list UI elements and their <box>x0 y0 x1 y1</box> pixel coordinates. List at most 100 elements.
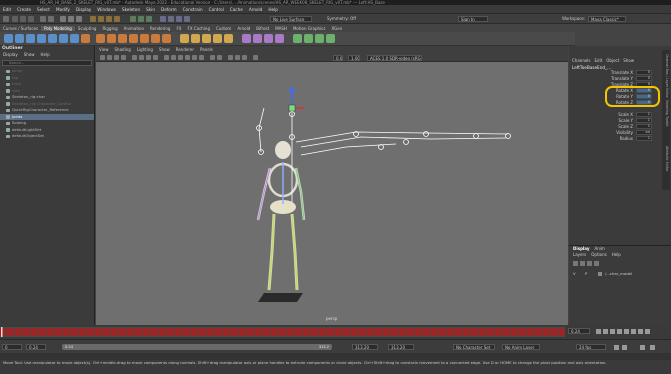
keyframe-tick[interactable] <box>136 328 137 336</box>
keyframe-tick[interactable] <box>272 328 273 336</box>
keyframe-tick[interactable] <box>160 328 161 336</box>
keyframe-tick[interactable] <box>513 328 515 336</box>
keyframe-tick[interactable] <box>14 328 16 336</box>
new-scene-icon[interactable] <box>12 16 18 22</box>
menu-item-control[interactable]: Control <box>206 7 227 12</box>
keyframe-tick[interactable] <box>78 328 80 336</box>
menu-item-skeleton[interactable]: Skeleton <box>119 7 143 12</box>
keyframe-tick[interactable] <box>524 328 526 336</box>
keyframe-tick[interactable] <box>563 328 565 336</box>
keyframe-tick[interactable] <box>502 328 504 336</box>
shelf-tab-fx-caching[interactable]: FX Caching <box>185 26 213 31</box>
keyframe-tick[interactable] <box>129 328 131 336</box>
disc-icon[interactable] <box>70 34 79 43</box>
keyframe-tick[interactable] <box>17 328 19 336</box>
keyframe-tick[interactable] <box>235 328 237 336</box>
keyframe-tick[interactable] <box>57 328 59 336</box>
quad-draw-icon[interactable] <box>275 34 284 43</box>
keyframe-tick[interactable] <box>32 328 33 336</box>
keyframe-tick[interactable] <box>89 328 91 336</box>
keyframe-tick[interactable] <box>158 328 160 336</box>
rig-joint[interactable] <box>505 133 511 139</box>
play-forward-icon[interactable] <box>624 329 629 334</box>
keyframe-tick[interactable] <box>201 328 203 336</box>
menu-item-deform[interactable]: Deform <box>158 7 180 12</box>
keyframe-tick[interactable] <box>121 328 123 336</box>
outliner-menu-display[interactable]: Display <box>3 52 18 58</box>
menu-item-skin[interactable]: Skin <box>143 7 158 12</box>
keyframe-tick[interactable] <box>320 328 321 336</box>
keyframe-tick[interactable] <box>188 328 190 336</box>
keyframe-tick[interactable] <box>382 328 384 336</box>
sound-icon[interactable] <box>622 345 627 350</box>
layer-color-swatch[interactable] <box>598 271 602 276</box>
keyframe-tick[interactable] <box>196 328 198 336</box>
xray-icon[interactable] <box>210 54 215 60</box>
keyframe-tick[interactable] <box>8 328 9 336</box>
keyframe-tick[interactable] <box>374 328 376 336</box>
shelf-tab-fx[interactable]: FX <box>173 26 184 31</box>
keyframe-tick[interactable] <box>344 328 345 336</box>
keyframe-tick[interactable] <box>371 328 373 336</box>
multi-cut-icon[interactable] <box>242 34 251 43</box>
keyframe-tick[interactable] <box>174 328 176 336</box>
keyframe-tick[interactable] <box>51 328 53 336</box>
keyframe-tick[interactable] <box>222 328 224 336</box>
keyframe-tick[interactable] <box>257 328 259 336</box>
keyframe-tick[interactable] <box>430 328 432 336</box>
rig-joint[interactable] <box>423 131 429 137</box>
keyframe-tick[interactable] <box>494 328 496 336</box>
keyframe-tick[interactable] <box>105 328 107 336</box>
keyframe-tick[interactable] <box>505 328 507 336</box>
keyframe-tick[interactable] <box>417 328 419 336</box>
keyframe-tick[interactable] <box>123 328 125 336</box>
keyframe-tick[interactable] <box>436 328 438 336</box>
keyframe-tick[interactable] <box>171 328 173 336</box>
keyframe-tick[interactable] <box>516 328 518 336</box>
keyframe-tick[interactable] <box>478 328 480 336</box>
shelf-tab-arnold[interactable]: Arnold <box>234 26 253 31</box>
menu-item-display[interactable]: Display <box>73 7 94 12</box>
keyframe-tick[interactable] <box>179 328 181 336</box>
keyframe-tick[interactable] <box>131 328 133 336</box>
keyframe-tick[interactable] <box>339 328 341 336</box>
menu-item-select[interactable]: Select <box>34 7 53 12</box>
select-hierarchy-icon[interactable] <box>60 16 66 22</box>
outliner-item[interactable]: defaultObjectSet <box>0 133 94 140</box>
keyframe-tick[interactable] <box>532 328 534 336</box>
keyframe-tick[interactable] <box>297 328 299 336</box>
keyframe-tick[interactable] <box>216 328 217 336</box>
time-slider[interactable]: 0.24 <box>0 325 671 339</box>
motion-blur-icon[interactable] <box>235 54 240 60</box>
auto-key-icon[interactable] <box>640 345 645 350</box>
keyframe-tick[interactable] <box>112 328 113 336</box>
keyframe-tick[interactable] <box>550 328 552 336</box>
keyframe-tick[interactable] <box>284 328 286 336</box>
select-camera-icon[interactable] <box>100 54 105 60</box>
keyframe-tick[interactable] <box>54 328 56 336</box>
keyframe-tick[interactable] <box>107 328 109 336</box>
keyframe-tick[interactable] <box>164 328 166 336</box>
keyframe-tick[interactable] <box>395 328 397 336</box>
keyframe-tick[interactable] <box>204 328 206 336</box>
keyframe-tick[interactable] <box>481 328 483 336</box>
keyframe-tick[interactable] <box>462 328 464 336</box>
keyframe-tick[interactable] <box>291 328 293 336</box>
keyframe-tick[interactable] <box>86 328 88 336</box>
shelf-tab-curves-surfaces[interactable]: Curves / Surfaces <box>0 26 41 31</box>
bookmark-icon[interactable] <box>114 54 119 60</box>
symmetry-field[interactable]: Symmetry: Off <box>325 16 357 22</box>
keyframe-tick[interactable] <box>547 328 549 336</box>
viewport-menu-lighting[interactable]: Lighting <box>134 47 156 52</box>
keyframe-tick[interactable] <box>75 328 77 336</box>
layer-up-icon[interactable] <box>573 261 578 266</box>
keyframe-tick[interactable] <box>230 328 232 336</box>
keyframe-tick[interactable] <box>134 328 136 336</box>
keyframe-tick[interactable] <box>556 328 558 336</box>
menu-item-arnold[interactable]: Arnold <box>246 7 266 12</box>
keyframe-tick[interactable] <box>72 328 73 336</box>
keyframe-tick[interactable] <box>305 328 307 336</box>
play-backward-icon[interactable] <box>617 329 622 334</box>
outliner-menu-help[interactable]: Help <box>41 52 50 58</box>
keyframe-tick[interactable] <box>440 328 441 336</box>
